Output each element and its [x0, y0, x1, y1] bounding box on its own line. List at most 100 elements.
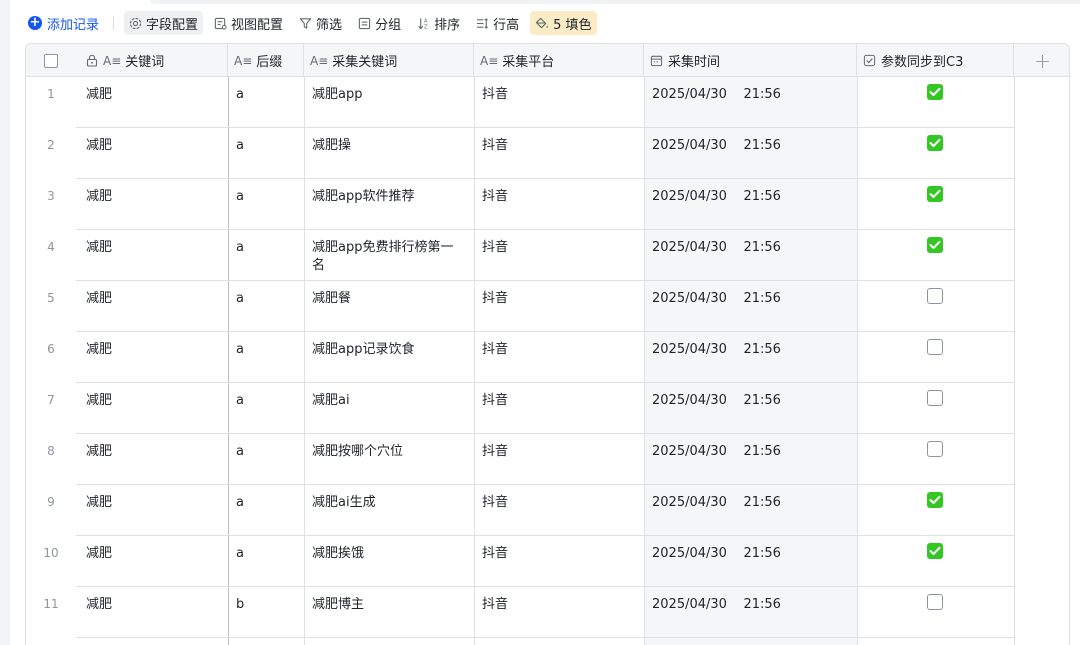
cell-platform[interactable]: 抖音 — [474, 332, 644, 383]
cell-suffix[interactable]: a — [228, 77, 304, 128]
column-header-keyword[interactable]: A≡ 关键词 — [76, 44, 228, 77]
table-row[interactable]: 7 减肥 a 减肥ai 抖音 2025/04/30 21:56 — [26, 383, 1014, 434]
cell-time[interactable]: 2025/04/30 21:56 — [644, 383, 857, 434]
table-row[interactable]: 1 减肥 a 减肥app 抖音 2025/04/30 21:56 — [26, 77, 1014, 128]
cell-keyword[interactable]: 减肥 — [76, 587, 228, 638]
cell-platform[interactable]: 抖音 — [474, 77, 644, 128]
cell-suffix[interactable]: a — [228, 179, 304, 230]
column-header-time[interactable]: 采集时间 — [644, 44, 857, 77]
add-record-button[interactable]: + 添加记录 — [28, 14, 113, 33]
cell-time[interactable]: 2025/04/30 21:56 — [644, 281, 857, 332]
cell-keyword[interactable]: 减肥 — [76, 179, 228, 230]
cell-collect-keyword[interactable]: 减肥app — [304, 77, 474, 128]
cell-collect-keyword[interactable]: 减肥ai — [304, 383, 474, 434]
cell-suffix[interactable]: a — [228, 536, 304, 587]
cell-keyword[interactable]: 减肥 — [76, 536, 228, 587]
sort-button[interactable]: AZ 排序 — [412, 11, 465, 35]
cell-collect-keyword[interactable]: 减肥餐 — [304, 281, 474, 332]
cell-keyword[interactable]: 减肥 — [76, 485, 228, 536]
cell-keyword[interactable]: 减肥 — [76, 434, 228, 485]
cell-sync[interactable] — [857, 383, 1014, 434]
cell-collect-keyword[interactable]: 减肥app免费排行榜第一名 — [304, 230, 474, 281]
table-row[interactable]: 3 减肥 a 减肥app软件推荐 抖音 2025/04/30 21:56 — [26, 179, 1014, 230]
cell-platform[interactable]: 抖音 — [474, 179, 644, 230]
column-header-suffix[interactable]: A≡ 后缀 — [228, 44, 304, 77]
cell-suffix[interactable]: a — [228, 281, 304, 332]
checked-checkbox[interactable] — [927, 543, 943, 559]
cell-time[interactable]: 2025/04/30 21:56 — [644, 77, 857, 128]
checked-checkbox[interactable] — [927, 186, 943, 202]
table-row[interactable]: 2 减肥 a 减肥操 抖音 2025/04/30 21:56 — [26, 128, 1014, 179]
cell-collect-keyword[interactable]: 减肥博主 — [304, 587, 474, 638]
cell-collect-keyword[interactable]: 减肥按哪个穴位 — [304, 434, 474, 485]
cell-keyword[interactable]: 减肥 — [76, 128, 228, 179]
select-all-checkbox[interactable] — [44, 53, 58, 68]
add-column-button[interactable]: + — [1014, 44, 1069, 77]
cell-platform[interactable]: 抖音 — [474, 434, 644, 485]
column-header-sync[interactable]: 参数同步到C3 — [857, 44, 1014, 77]
cell-collect-keyword[interactable]: 减肥ai生成 — [304, 485, 474, 536]
cell-time[interactable]: 2025/04/30 21:56 — [644, 332, 857, 383]
cell-sync[interactable] — [857, 485, 1014, 536]
table-row[interactable]: 6 减肥 a 减肥app记录饮食 抖音 2025/04/30 21:56 — [26, 332, 1014, 383]
view-config-button[interactable]: 视图配置 — [209, 11, 288, 35]
group-button[interactable]: 分组 — [353, 11, 406, 35]
cell-collect-keyword[interactable]: 减肥操 — [304, 128, 474, 179]
cell-platform[interactable]: 抖音 — [474, 230, 644, 281]
cell-keyword[interactable]: 减肥 — [76, 230, 228, 281]
cell-platform[interactable]: 抖音 — [474, 128, 644, 179]
unchecked-checkbox[interactable] — [927, 441, 943, 457]
cell-suffix[interactable]: a — [228, 383, 304, 434]
cell-suffix[interactable]: a — [228, 332, 304, 383]
cell-collect-keyword[interactable]: 减肥app记录饮食 — [304, 332, 474, 383]
table-row[interactable]: 9 减肥 a 减肥ai生成 抖音 2025/04/30 21:56 — [26, 485, 1014, 536]
filter-button[interactable]: 筛选 — [294, 11, 347, 35]
cell-sync[interactable] — [857, 128, 1014, 179]
column-header-collect-keyword[interactable]: A≡ 采集关键词 — [304, 44, 474, 77]
cell-platform[interactable]: 抖音 — [474, 485, 644, 536]
cell-sync[interactable] — [857, 77, 1014, 128]
cell-sync[interactable] — [857, 230, 1014, 281]
cell-keyword[interactable]: 减肥 — [76, 77, 228, 128]
cell-sync[interactable] — [857, 434, 1014, 485]
table-row[interactable]: 11 减肥 b 减肥博主 抖音 2025/04/30 21:56 — [26, 587, 1014, 638]
checked-checkbox[interactable] — [927, 237, 943, 253]
table-row[interactable]: 5 减肥 a 减肥餐 抖音 2025/04/30 21:56 — [26, 281, 1014, 332]
cell-sync[interactable] — [857, 332, 1014, 383]
cell-sync[interactable] — [857, 587, 1014, 638]
cell-suffix[interactable]: a — [228, 434, 304, 485]
cell-keyword[interactable]: 减肥 — [76, 383, 228, 434]
row-height-button[interactable]: 行高 — [471, 11, 524, 35]
table-row[interactable]: 4 减肥 a 减肥app免费排行榜第一名 抖音 2025/04/30 21:56 — [26, 230, 1014, 281]
cell-platform[interactable]: 抖音 — [474, 536, 644, 587]
cell-time[interactable]: 2025/04/30 21:56 — [644, 179, 857, 230]
cell-time[interactable]: 2025/04/30 21:56 — [644, 587, 857, 638]
unchecked-checkbox[interactable] — [927, 339, 943, 355]
table-row[interactable]: 10 减肥 a 减肥挨饿 抖音 2025/04/30 21:56 — [26, 536, 1014, 587]
cell-suffix[interactable]: a — [228, 128, 304, 179]
unchecked-checkbox[interactable] — [927, 390, 943, 406]
cell-keyword[interactable]: 减肥 — [76, 332, 228, 383]
checked-checkbox[interactable] — [927, 84, 943, 100]
field-config-button[interactable]: 字段配置 — [124, 11, 204, 35]
cell-sync[interactable] — [857, 179, 1014, 230]
column-header-platform[interactable]: A≡ 采集平台 — [474, 44, 644, 77]
cell-time[interactable]: 2025/04/30 21:56 — [644, 485, 857, 536]
unchecked-checkbox[interactable] — [927, 288, 943, 304]
cell-suffix[interactable]: a — [228, 230, 304, 281]
cell-platform[interactable]: 抖音 — [474, 281, 644, 332]
cell-collect-keyword[interactable]: 减肥挨饿 — [304, 536, 474, 587]
select-all-checkbox-cell[interactable] — [26, 44, 76, 77]
cell-time[interactable]: 2025/04/30 21:56 — [644, 230, 857, 281]
cell-keyword[interactable]: 减肥 — [76, 281, 228, 332]
cell-sync[interactable] — [857, 536, 1014, 587]
unchecked-checkbox[interactable] — [927, 594, 943, 610]
cell-sync[interactable] — [857, 281, 1014, 332]
cell-suffix[interactable]: b — [228, 587, 304, 638]
cell-suffix[interactable]: a — [228, 485, 304, 536]
cell-platform[interactable]: 抖音 — [474, 383, 644, 434]
checked-checkbox[interactable] — [927, 492, 943, 508]
cell-collect-keyword[interactable]: 减肥app软件推荐 — [304, 179, 474, 230]
cell-platform[interactable]: 抖音 — [474, 587, 644, 638]
cell-time[interactable]: 2025/04/30 21:56 — [644, 128, 857, 179]
